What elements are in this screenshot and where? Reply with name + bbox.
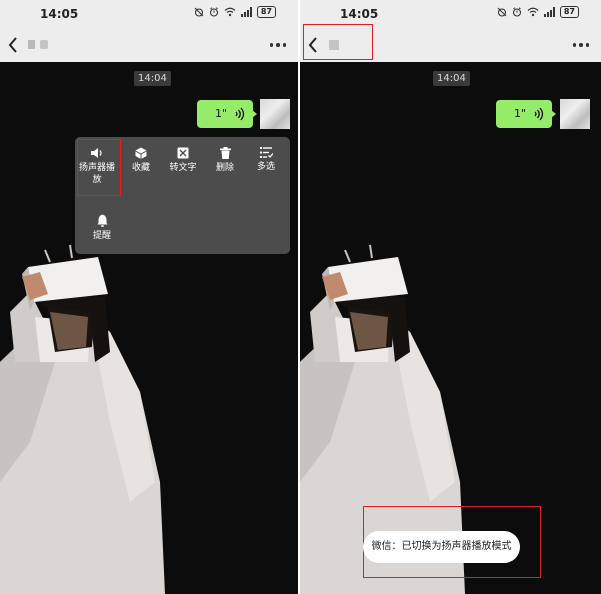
toast-message: 微信：已切换为扬声器播放模式 xyxy=(363,531,520,563)
bell-icon xyxy=(97,214,107,227)
text-convert-icon xyxy=(177,147,189,159)
back-arrow-icon[interactable] xyxy=(8,37,18,53)
blurred-contact-name-2 xyxy=(40,40,48,49)
blurred-contact-name xyxy=(28,40,35,49)
battery-indicator: 87 xyxy=(559,6,579,18)
more-options-icon[interactable] xyxy=(572,43,589,47)
avatar[interactable] xyxy=(260,99,290,129)
alarm-off-icon xyxy=(194,7,204,17)
alarm-icon xyxy=(512,7,521,17)
trash-icon xyxy=(219,147,231,159)
highlight-box-back xyxy=(303,24,373,60)
voice-wave-icon xyxy=(534,107,544,121)
wifi-icon xyxy=(224,7,236,17)
signal-icon xyxy=(240,7,252,17)
voice-duration: 1" xyxy=(215,107,228,120)
wifi-icon xyxy=(527,7,539,17)
status-icons: 87 xyxy=(194,6,276,18)
left-screen: 14:05 87 14:04 1" 扬声器播放 收藏 转文字 删除 多选 提醒 xyxy=(0,0,298,594)
multiselect-icon xyxy=(259,147,273,158)
battery-indicator: 87 xyxy=(256,6,276,18)
voice-wave-icon xyxy=(235,107,245,121)
menu-item-to-text[interactable]: 转文字 xyxy=(161,147,205,174)
signal-icon xyxy=(543,7,555,17)
chat-header xyxy=(0,28,298,62)
status-bar: 14:05 87 xyxy=(0,0,298,28)
highlight-box-speaker xyxy=(77,139,121,196)
message-timestamp: 14:04 xyxy=(433,71,470,86)
menu-item-favorite[interactable]: 收藏 xyxy=(119,147,163,174)
voice-duration: 1" xyxy=(514,107,527,120)
cube-icon xyxy=(135,147,147,159)
message-timestamp: 14:04 xyxy=(134,71,171,86)
right-screen: 14:05 87 14:04 1" xyxy=(300,0,601,594)
alarm-off-icon xyxy=(497,7,507,17)
menu-item-remind[interactable]: 提醒 xyxy=(80,214,124,242)
voice-message-bubble[interactable]: 1" xyxy=(496,100,556,128)
status-icons: 87 xyxy=(497,6,579,18)
more-options-icon[interactable] xyxy=(269,43,286,47)
status-time: 14:05 xyxy=(340,7,379,21)
voice-message-bubble[interactable]: 1" xyxy=(197,100,257,128)
alarm-icon xyxy=(209,7,218,17)
menu-item-multiselect[interactable]: 多选 xyxy=(244,147,288,173)
status-time: 14:05 xyxy=(40,7,79,21)
avatar[interactable] xyxy=(560,99,590,129)
menu-item-delete[interactable]: 删除 xyxy=(203,147,247,174)
